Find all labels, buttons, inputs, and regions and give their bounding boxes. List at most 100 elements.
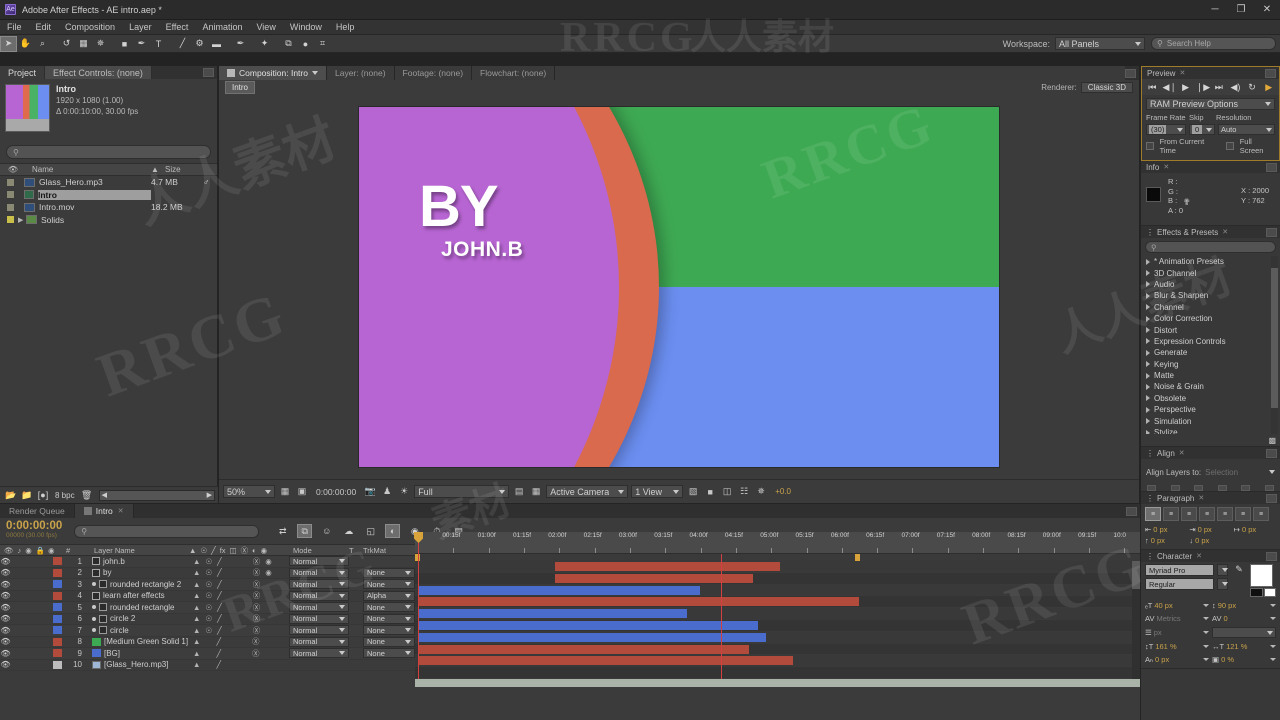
layer-name[interactable]: learn after effects xyxy=(88,591,189,600)
layer-mode[interactable]: Normal xyxy=(289,579,349,590)
motion-blur-icon[interactable]: Ⓧ xyxy=(252,648,260,659)
table-row[interactable]: 👁 9 [BG] ▲ ╱ Ⓧ Normal None xyxy=(0,648,415,660)
puppet-pin-tool[interactable]: ✦ xyxy=(256,36,273,52)
justify-last-right-button[interactable]: ≡ xyxy=(1235,507,1251,521)
table-row[interactable]: 👁 3 rounded rectangle 2 ▲ ☉ ╱ Ⓧ Normal None xyxy=(0,579,415,591)
layer-name[interactable]: rounded rectangle xyxy=(88,603,189,612)
close-icon[interactable]: ✕ xyxy=(118,507,124,515)
shape-tool[interactable]: ■ xyxy=(116,36,133,52)
expand-triangle-icon[interactable]: ▶ xyxy=(18,216,26,224)
first-frame-button[interactable]: ⏮ xyxy=(1146,82,1159,93)
list-item[interactable]: ▶ Solids xyxy=(0,214,217,227)
column-name[interactable]: Name xyxy=(26,165,151,174)
maximize-button[interactable]: ❐ xyxy=(1228,0,1254,20)
justify-all-button[interactable]: ≡ xyxy=(1253,507,1269,521)
menu-composition[interactable]: Composition xyxy=(58,20,122,35)
menu-layer[interactable]: Layer xyxy=(122,20,159,35)
comp-timecode[interactable]: 0:00:00:00 xyxy=(316,487,356,497)
blend-mode-select[interactable]: Normal xyxy=(289,590,349,601)
from-current-time-checkbox[interactable] xyxy=(1146,142,1154,150)
layer-name[interactable]: [Medium Green Solid 1] xyxy=(88,637,189,646)
no-color-swatch[interactable] xyxy=(1263,588,1276,597)
layer-duration-bar[interactable] xyxy=(418,644,749,654)
timeline-search-input[interactable]: ⚲ xyxy=(74,524,260,538)
collapse-icon[interactable]: ☉ xyxy=(205,614,212,623)
vertical-scale-field[interactable]: ↕T 161 % xyxy=(1145,642,1209,651)
menu-edit[interactable]: Edit xyxy=(29,20,59,35)
quality-icon[interactable]: ╱ xyxy=(217,568,222,577)
collapse-icon[interactable]: ☉ xyxy=(205,591,212,600)
tab-footage[interactable]: Footage: (none) xyxy=(394,66,473,80)
effects-category-list[interactable]: * Animation Presets 3D Channel Audio Blu… xyxy=(1141,256,1280,434)
expand-triangle-icon[interactable] xyxy=(1146,361,1150,368)
fx-category-row[interactable]: Stylize xyxy=(1141,427,1280,434)
draft-3d-icon[interactable]: ⧉ xyxy=(297,524,313,538)
tab-composition-intro[interactable]: Composition: Intro xyxy=(219,66,327,80)
full-screen-checkbox[interactable] xyxy=(1226,142,1234,150)
menu-animation[interactable]: Animation xyxy=(195,20,249,35)
timeline-ruler[interactable]: 00:15f 01:00f 01:15f 02:00f 02:15f 03:00f 03:1… xyxy=(415,532,1140,554)
trkmat-select[interactable]: None xyxy=(363,579,415,590)
indent-right-field[interactable]: ⇥ 0 px xyxy=(1189,525,1231,534)
stroke-color-swatch[interactable] xyxy=(1250,588,1263,597)
fx-category-row[interactable]: 3D Channel xyxy=(1141,267,1280,278)
menu-file[interactable]: File xyxy=(0,20,29,35)
motion-blur-icon[interactable]: Ⓧ xyxy=(253,579,261,590)
layer-mode[interactable]: Normal xyxy=(289,567,349,578)
current-time-indicator-line[interactable] xyxy=(721,554,722,679)
fx-category-row[interactable]: Matte xyxy=(1141,370,1280,381)
timeline-layer-bars[interactable] xyxy=(415,561,1140,679)
collapse-icon[interactable]: ☉ xyxy=(205,626,212,635)
list-item[interactable]: Intro.mov 18.2 MB xyxy=(0,201,217,214)
fx-category-row[interactable]: * Animation Presets xyxy=(1141,256,1280,267)
expand-triangle-icon[interactable] xyxy=(1146,418,1150,425)
sh2y-icon[interactable]: ▲ xyxy=(193,637,200,646)
graph-editor-icon[interactable]: ◐ xyxy=(385,524,401,538)
effects-scrollbar-thumb[interactable] xyxy=(1271,268,1278,408)
trash-icon[interactable]: 🗑 xyxy=(79,489,95,502)
close-icon[interactable]: ✕ xyxy=(1179,449,1185,457)
effects-search-input[interactable]: ⚲ xyxy=(1145,241,1276,253)
fx-category-row[interactable]: Obsolete xyxy=(1141,393,1280,404)
menu-effect[interactable]: Effect xyxy=(159,20,196,35)
align-vcenter-button[interactable] xyxy=(1241,485,1251,491)
timeline-row[interactable] xyxy=(415,655,1140,668)
layer-duration-bar[interactable] xyxy=(418,585,701,595)
expand-triangle-icon[interactable] xyxy=(1146,315,1150,322)
quality-icon[interactable]: ╱ xyxy=(217,591,222,600)
motion-blur-icon[interactable]: Ⓧ xyxy=(253,613,261,624)
timeline-row[interactable] xyxy=(415,631,1140,644)
ram-preview-button[interactable]: ▶ xyxy=(1262,82,1275,93)
horizontal-scale-field[interactable]: ↔T 121 % xyxy=(1212,642,1276,651)
quality-icon[interactable]: ╱ xyxy=(217,580,222,589)
scroll-right-icon[interactable]: ▶ xyxy=(207,491,212,499)
tab-render-queue[interactable]: Render Queue xyxy=(0,504,75,518)
tsume-field[interactable]: ▣ 0 % xyxy=(1212,655,1276,664)
layer-visibility-toggle[interactable]: 👁 xyxy=(0,649,11,658)
align-left-button[interactable] xyxy=(1147,485,1156,491)
table-row[interactable]: 👁 2 by ▲ ☉ ╱ Ⓧ ◉ Normal None xyxy=(0,567,415,579)
layer-visibility-toggle[interactable]: 👁 xyxy=(0,614,11,623)
take-snapshot-icon[interactable]: 📷 xyxy=(363,485,377,498)
table-row[interactable]: 👁 8 [Medium Green Solid 1] ▲ ╱ Ⓧ Normal None xyxy=(0,636,415,648)
layer-visibility-toggle[interactable]: 👁 xyxy=(0,637,11,646)
layer-visibility-toggle[interactable]: 👁 xyxy=(0,568,11,577)
layer-name[interactable]: [BG] xyxy=(88,649,189,658)
timeline-scrollbar-thumb[interactable] xyxy=(1132,561,1140,589)
previous-frame-button[interactable]: ◀❘ xyxy=(1162,82,1176,93)
timeline-row[interactable] xyxy=(415,667,1140,679)
sh2y-icon[interactable]: ▲ xyxy=(193,660,200,669)
quality-icon[interactable]: ╱ xyxy=(217,557,222,566)
workspace-select[interactable]: All Panels xyxy=(1055,37,1145,50)
layer-mode[interactable]: Normal xyxy=(289,625,349,636)
blend-mode-select[interactable]: Normal xyxy=(289,636,349,647)
fx-category-row[interactable]: Channel xyxy=(1141,302,1280,313)
table-row[interactable]: 👁 7 circle ▲ ☉ ╱ Ⓧ Normal None xyxy=(0,625,415,637)
layer-duration-bar[interactable] xyxy=(418,609,687,619)
layer-visibility-toggle[interactable]: 👁 xyxy=(0,660,11,669)
live-update-icon[interactable]: ⇄ xyxy=(275,524,290,538)
comp-flowchart-icon[interactable]: ☷ xyxy=(737,485,751,498)
layer-switches[interactable]: ▲ ☉ ╱ Ⓧ xyxy=(189,579,289,590)
chevron-down-icon[interactable] xyxy=(1217,578,1228,590)
font-size-field[interactable]: ₑT 40 px xyxy=(1145,601,1209,610)
